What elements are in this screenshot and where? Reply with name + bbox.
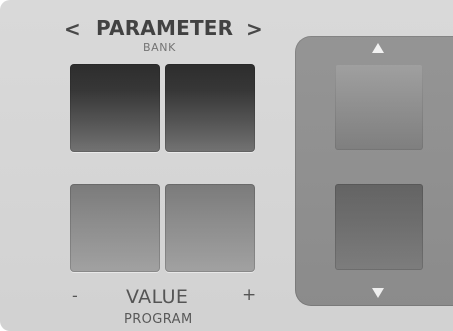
- parameter-title: PARAMETER: [96, 16, 234, 40]
- up-down-rocker: [295, 36, 453, 306]
- parameter-right-button[interactable]: [165, 64, 255, 152]
- bank-label: BANK: [143, 41, 176, 54]
- triangle-down-icon: [372, 288, 384, 298]
- parameter-right-symbol: >: [246, 17, 264, 41]
- value-minus-button[interactable]: [70, 184, 160, 272]
- value-plus-symbol: +: [242, 285, 257, 305]
- value-minus-symbol: -: [72, 286, 79, 305]
- value-plus-button[interactable]: [165, 184, 255, 272]
- up-button[interactable]: [335, 64, 423, 150]
- triangle-up-icon: [372, 43, 384, 53]
- parameter-left-button[interactable]: [70, 64, 160, 152]
- value-title: VALUE: [126, 286, 189, 308]
- control-panel: < PARAMETER > BANK - VALUE + PROGRAM: [0, 0, 453, 331]
- program-label: PROGRAM: [124, 312, 193, 327]
- down-button[interactable]: [335, 184, 423, 270]
- parameter-left-symbol: <: [64, 17, 82, 41]
